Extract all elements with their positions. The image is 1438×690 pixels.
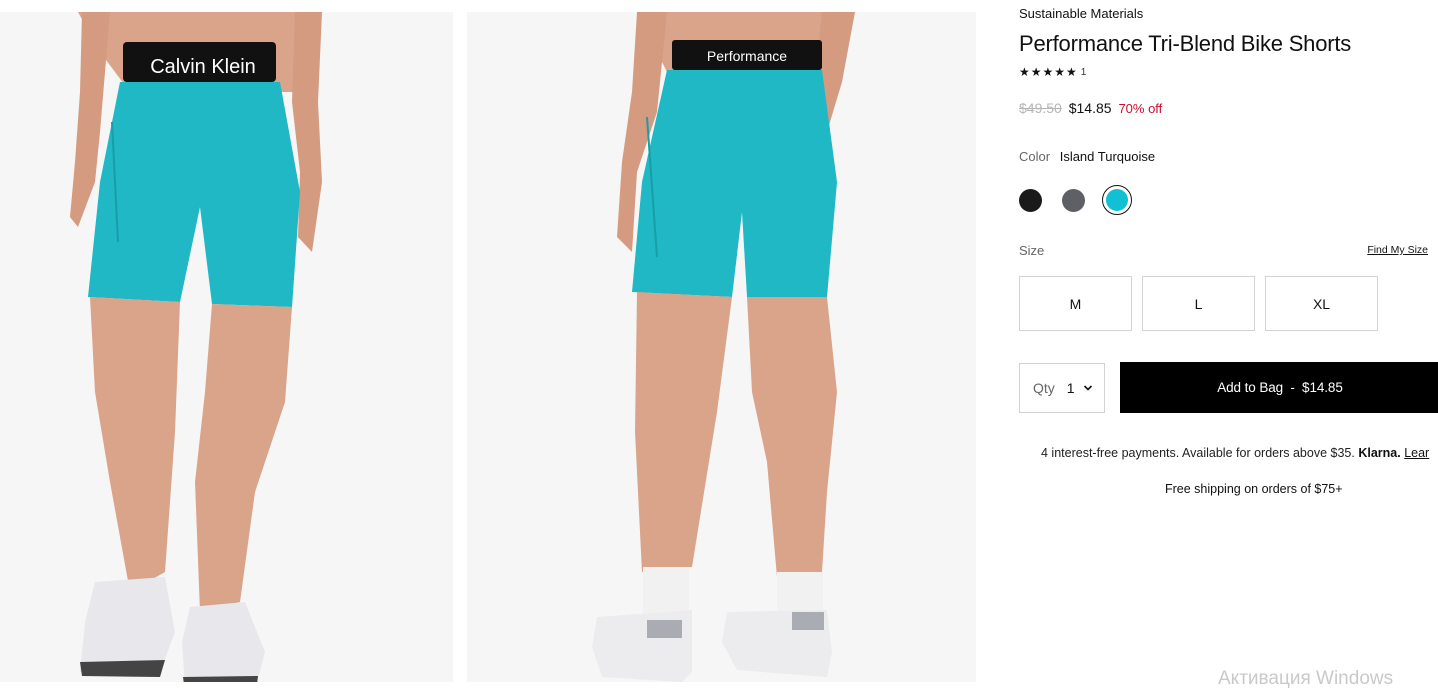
color-swatches (1019, 185, 1152, 215)
selected-color-name: Island Turquoise (1059, 149, 1156, 164)
color-swatch-grey[interactable] (1062, 188, 1085, 212)
size-label: Size (1019, 243, 1045, 258)
color-label: Color (1019, 149, 1051, 164)
qty-value: 1 (1066, 380, 1075, 396)
free-shipping-note: Free shipping on orders of $75+ (1165, 482, 1343, 496)
color-swatch-island-turquoise[interactable] (1102, 185, 1132, 215)
add-to-bag-button[interactable]: Add to Bag - $14.85 (1120, 362, 1438, 413)
qty-label: Qty (1033, 380, 1055, 396)
product-info-panel: Sustainable Materials Performance Tri-Bl… (1019, 0, 1438, 685)
color-selection: Color Island Turquoise (1019, 149, 1155, 164)
star-rating-icon: ★★★★★ (1019, 65, 1078, 79)
discount-label: 70% off (1118, 101, 1163, 116)
klarna-text: 4 interest-free payments. Available for … (1041, 446, 1355, 460)
klarna-payment-info: 4 interest-free payments. Available for … (1041, 446, 1429, 460)
sustainable-tag: Sustainable Materials (1019, 6, 1144, 21)
size-options: M L XL (1019, 276, 1388, 331)
sale-price: $14.85 (1068, 100, 1112, 116)
chevron-down-icon (1083, 385, 1092, 391)
klarna-brand: Klarna. (1358, 446, 1401, 460)
price: $49.50 $14.85 70% off (1019, 100, 1162, 116)
size-button-xl[interactable]: XL (1265, 276, 1378, 331)
color-swatch-black[interactable] (1019, 188, 1042, 212)
rating[interactable]: ★★★★★ 1 (1019, 65, 1086, 79)
size-button-l[interactable]: L (1142, 276, 1255, 331)
original-price: $49.50 (1019, 100, 1062, 116)
product-image-front[interactable]: Calvin Klein (0, 12, 453, 682)
size-button-m[interactable]: M (1019, 276, 1132, 331)
waistband-logo: Calvin Klein (150, 56, 256, 78)
product-title: Performance Tri-Blend Bike Shorts (1019, 31, 1352, 56)
windows-activation-watermark: Активация Windows (1218, 668, 1394, 689)
find-my-size-link[interactable]: Find My Size (1367, 244, 1428, 256)
rating-count: 1 (1080, 66, 1087, 78)
product-image-back[interactable]: Performance (467, 12, 976, 682)
quantity-select[interactable]: Qty 1 (1019, 363, 1105, 413)
klarna-learn-more-link[interactable]: Lear (1404, 446, 1429, 460)
waistband-text: Performance (707, 48, 787, 64)
